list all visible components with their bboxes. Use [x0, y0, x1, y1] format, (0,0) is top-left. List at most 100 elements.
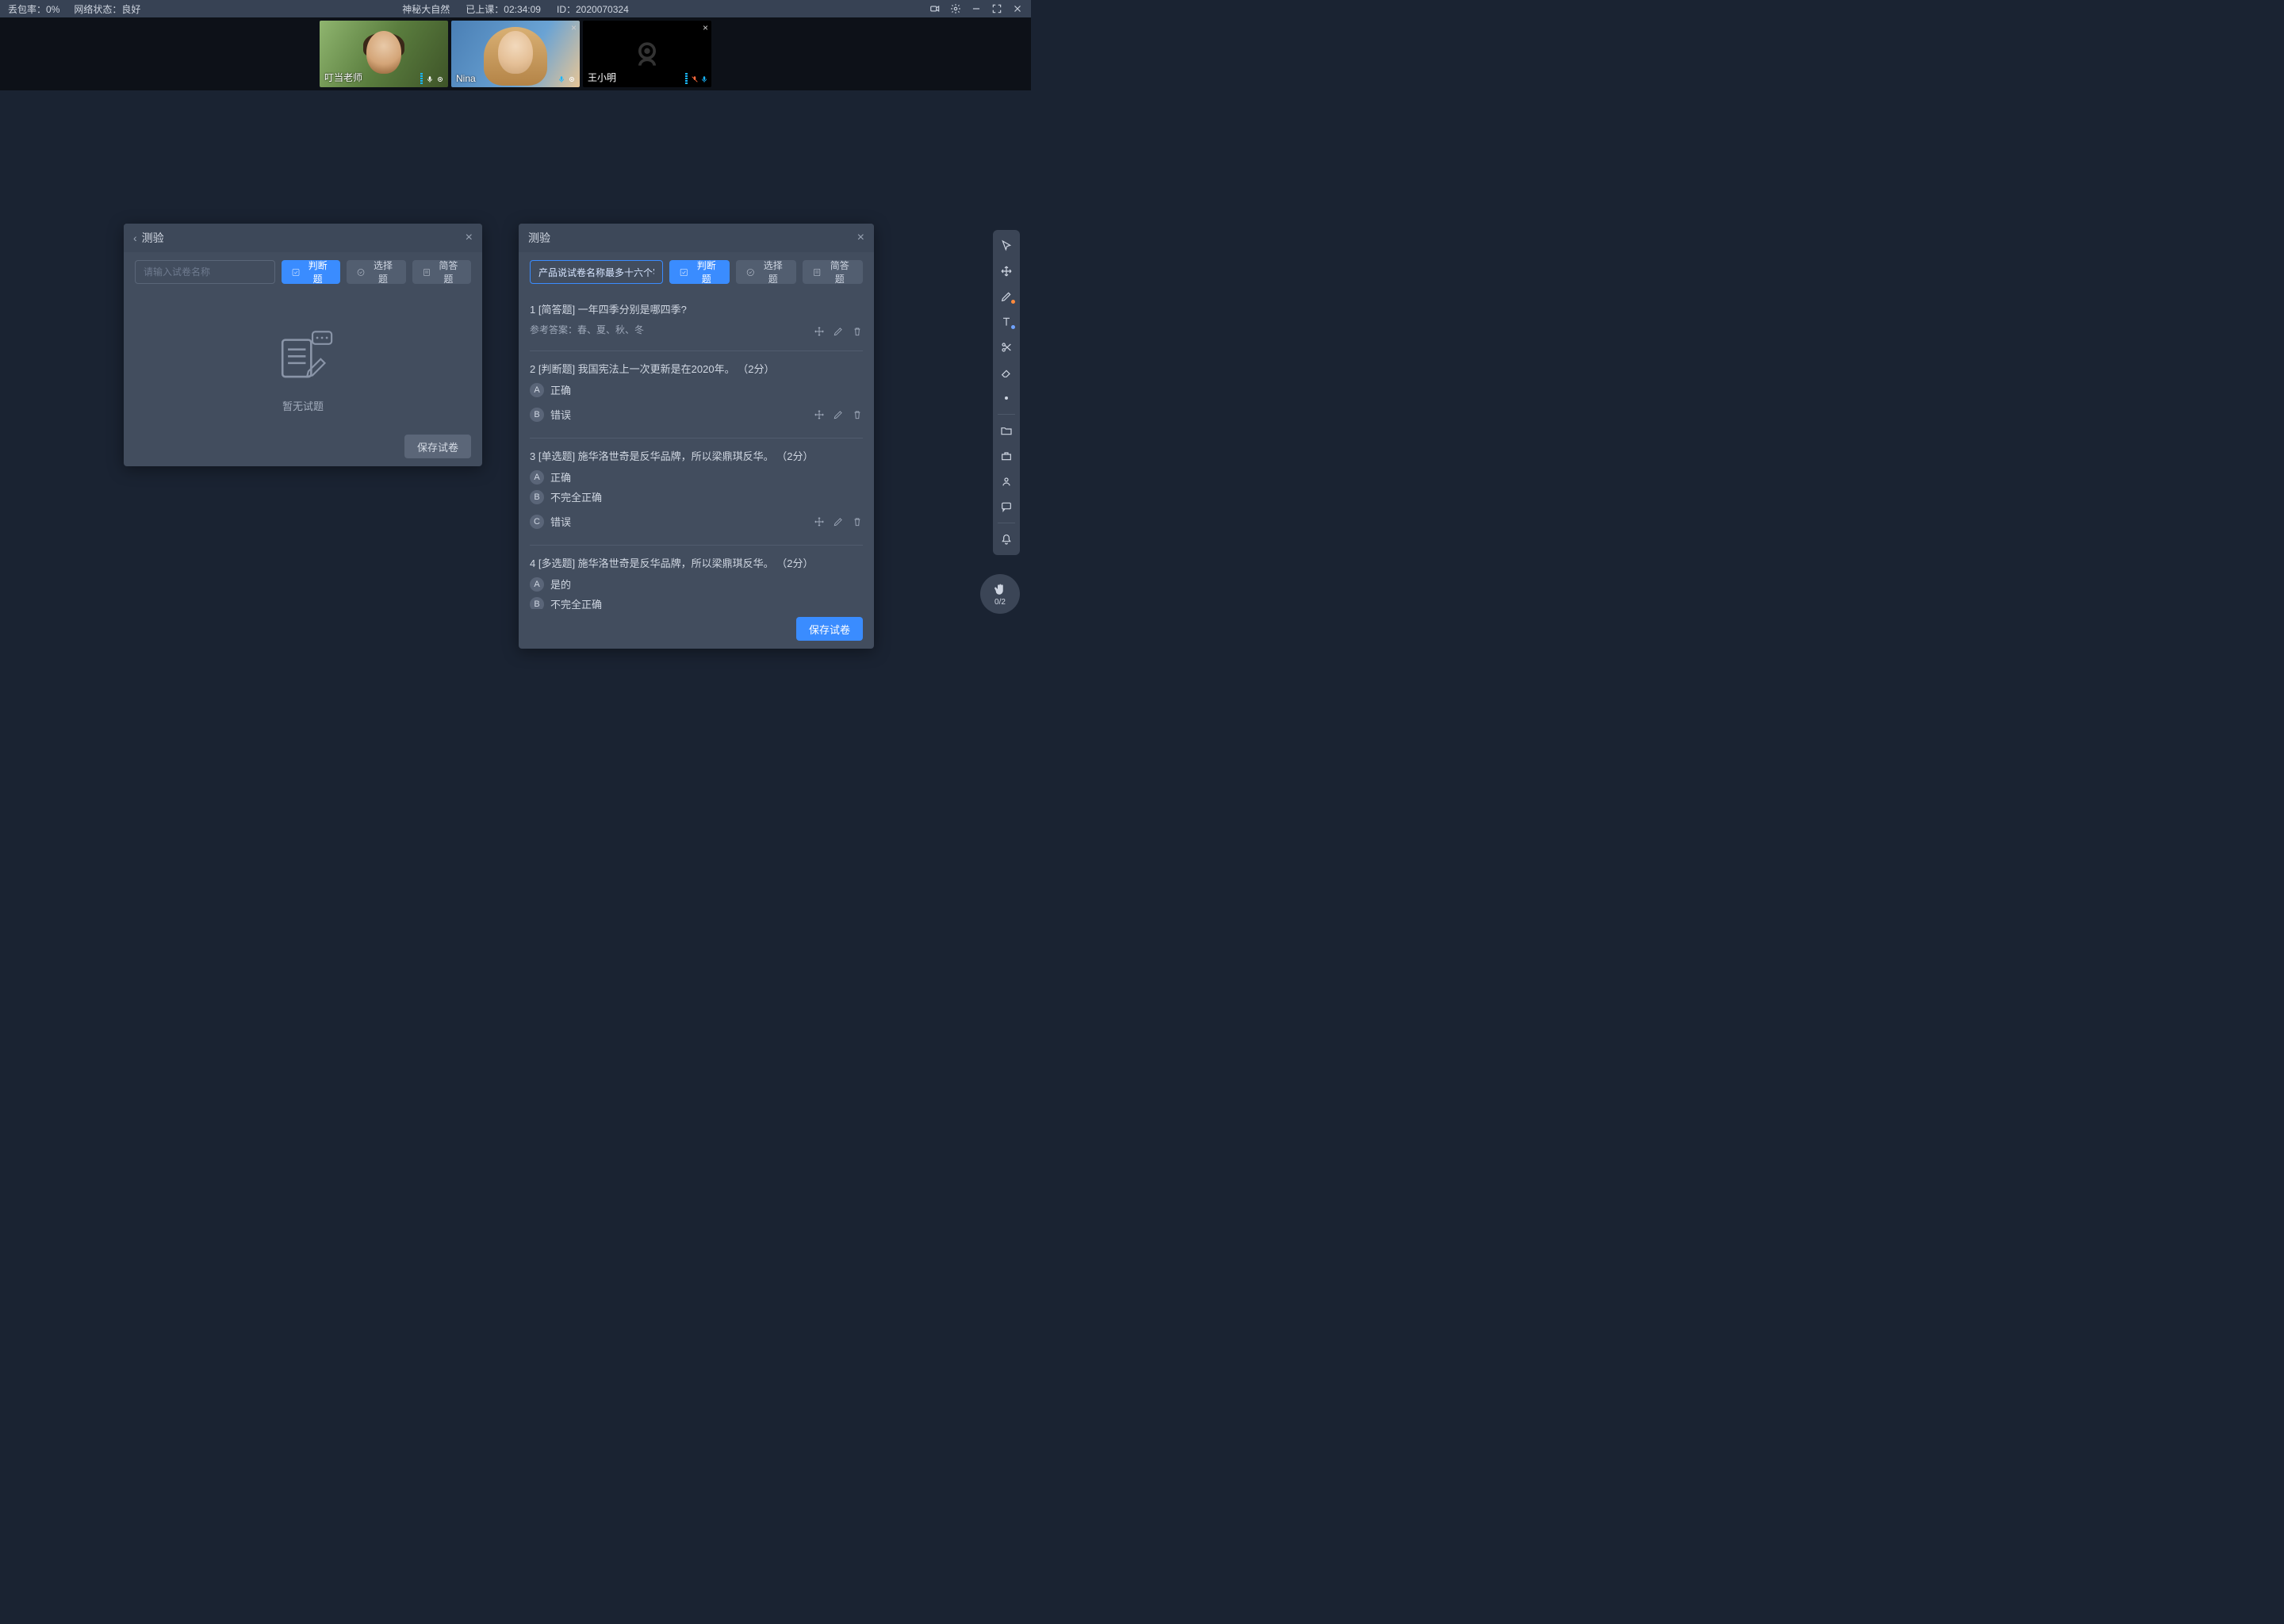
move-icon[interactable] [814, 326, 825, 337]
question-list: 1 [简答题] 一年四季分别是哪四季? 参考答案：春、夏、秋、冬 2 [判断题] 我… [519, 292, 874, 609]
edit-icon[interactable] [833, 409, 844, 420]
option-text: 错误 [550, 407, 571, 422]
option-text: 正确 [550, 469, 571, 485]
fullscreen-icon[interactable] [991, 3, 1002, 14]
empty-text: 暂无试题 [282, 398, 324, 413]
move-tool-icon[interactable] [995, 260, 1017, 282]
close-icon[interactable]: × [857, 231, 864, 245]
folder-tool-icon[interactable] [995, 419, 1017, 442]
option-text: 不完全正确 [550, 596, 602, 609]
video-tile-row: 叮当老师 × Nina × 王小明 [0, 17, 1031, 90]
mic-icon [426, 75, 434, 84]
elapsed-time: 已上课：02:34:09 [466, 2, 541, 16]
question-answer: 参考答案：春、夏、秋、冬 [530, 323, 644, 336]
option-letter: B [530, 597, 544, 610]
chat-tool-icon[interactable] [995, 496, 1017, 518]
back-icon[interactable]: ‹ [133, 232, 137, 244]
question-title: 1 [简答题] 一年四季分别是哪四季? [530, 301, 863, 316]
question-option[interactable]: B 不完全正确 [530, 596, 863, 609]
quiz-panel-empty: ‹ 测验 × 判断题 选择题 简答题 暂无试题 保存试卷 [124, 224, 482, 466]
option-text: 是的 [550, 576, 571, 592]
video-tile-student-1[interactable]: × Nina [451, 21, 580, 87]
save-paper-button[interactable]: 保存试卷 [796, 617, 863, 641]
add-shortanswer-button[interactable]: 简答题 [412, 260, 471, 284]
signal-icon [567, 75, 577, 84]
close-window-icon[interactable] [1012, 3, 1023, 14]
question-item: 3 [单选题] 施华洛世奇是反华品牌，所以梁鼎琪反华。 （2分） A 正确 B 不完全正… [530, 439, 863, 546]
laser-tool-icon[interactable] [995, 387, 1017, 409]
option-letter: A [530, 470, 544, 485]
add-choice-button[interactable]: 选择题 [347, 260, 405, 284]
add-truefalse-button[interactable]: 判断题 [282, 260, 340, 284]
signal-icon [435, 75, 445, 84]
video-tile-teacher[interactable]: 叮当老师 [320, 21, 448, 87]
cursor-tool-icon[interactable] [995, 235, 1017, 257]
mic-icon [558, 75, 565, 84]
volume-bars-icon [420, 73, 423, 84]
question-item: 4 [多选题] 施华洛世奇是反华品牌，所以梁鼎琪反华。 （2分）A是的B不完全正… [530, 546, 863, 609]
panel-title: 测验 [528, 230, 550, 246]
paper-name-input[interactable] [135, 260, 275, 284]
camera-icon[interactable] [929, 3, 941, 14]
eraser-tool-icon[interactable] [995, 362, 1017, 384]
question-option[interactable]: A 正确 [530, 382, 863, 397]
option-text: 正确 [550, 382, 571, 397]
option-letter: C [530, 515, 544, 529]
tile-close-icon[interactable]: × [571, 22, 577, 33]
question-title: 2 [判断题] 我国宪法上一次更新是在2020年。 （2分） [530, 361, 863, 376]
hand-icon [993, 582, 1007, 596]
question-item: 1 [简答题] 一年四季分别是哪四季? 参考答案：春、夏、秋、冬 [530, 292, 863, 351]
question-option[interactable]: C 错误 [530, 514, 571, 529]
add-choice-button[interactable]: 选择题 [736, 260, 796, 284]
quiz-panel-filled: 测验 × 判断题 选择题 简答题 1 [简答题] 一年四季分别是哪四季? 参考答案… [519, 224, 874, 649]
paper-name-input[interactable] [530, 260, 663, 284]
save-paper-button[interactable]: 保存试卷 [404, 435, 471, 458]
volume-bars-icon [685, 73, 688, 84]
option-letter: B [530, 490, 544, 504]
question-option[interactable]: B 错误 [530, 407, 571, 422]
option-letter: A [530, 577, 544, 592]
session-id: ID：2020070324 [557, 2, 629, 16]
top-status-bar: 丢包率：0% 网络状态：良好 神秘大自然 已上课：02:34:09 ID：202… [0, 0, 1031, 17]
add-shortanswer-button[interactable]: 简答题 [803, 260, 863, 284]
panel-title: 测验 [142, 230, 164, 246]
minimize-icon[interactable] [971, 3, 982, 14]
question-item: 2 [判断题] 我国宪法上一次更新是在2020年。 （2分） A 正确 B 错误 [530, 351, 863, 439]
edit-icon[interactable] [833, 326, 844, 337]
network-status: 网络状态：良好 [74, 2, 140, 16]
question-title: 3 [单选题] 施华洛世奇是反华品牌，所以梁鼎琪反华。 （2分） [530, 448, 863, 463]
packet-loss: 丢包率：0% [8, 2, 59, 16]
close-icon[interactable]: × [466, 231, 473, 245]
hand-count: 0/2 [994, 598, 1006, 607]
tile-close-icon[interactable]: × [703, 22, 708, 33]
option-letter: A [530, 383, 544, 397]
mic-icon [700, 75, 708, 84]
delete-icon[interactable] [852, 326, 863, 337]
video-name: 王小明 [588, 71, 616, 84]
move-icon[interactable] [814, 409, 825, 420]
empty-state: 暂无试题 [135, 292, 471, 427]
pen-tool-icon[interactable] [995, 285, 1017, 308]
option-text: 不完全正确 [550, 489, 602, 504]
edit-icon[interactable] [833, 516, 844, 527]
question-option[interactable]: B 不完全正确 [530, 489, 863, 504]
question-option[interactable]: A 是的 [530, 576, 863, 592]
video-tile-student-2[interactable]: × 王小明 [583, 21, 711, 87]
bell-tool-icon[interactable] [995, 528, 1017, 550]
delete-icon[interactable] [852, 516, 863, 527]
scissors-tool-icon[interactable] [995, 336, 1017, 358]
option-text: 错误 [550, 514, 571, 529]
question-option[interactable]: A 正确 [530, 469, 863, 485]
raise-hand-badge[interactable]: 0/2 [980, 574, 1020, 614]
delete-icon[interactable] [852, 409, 863, 420]
users-tool-icon[interactable] [995, 470, 1017, 492]
add-truefalse-button[interactable]: 判断题 [669, 260, 730, 284]
video-name: 叮当老师 [324, 71, 362, 84]
option-letter: B [530, 408, 544, 422]
toolbox-tool-icon[interactable] [995, 445, 1017, 467]
course-title: 神秘大自然 [402, 2, 450, 16]
move-icon[interactable] [814, 516, 825, 527]
empty-illustration-icon [269, 330, 337, 385]
text-tool-icon[interactable] [995, 311, 1017, 333]
settings-icon[interactable] [950, 3, 961, 14]
